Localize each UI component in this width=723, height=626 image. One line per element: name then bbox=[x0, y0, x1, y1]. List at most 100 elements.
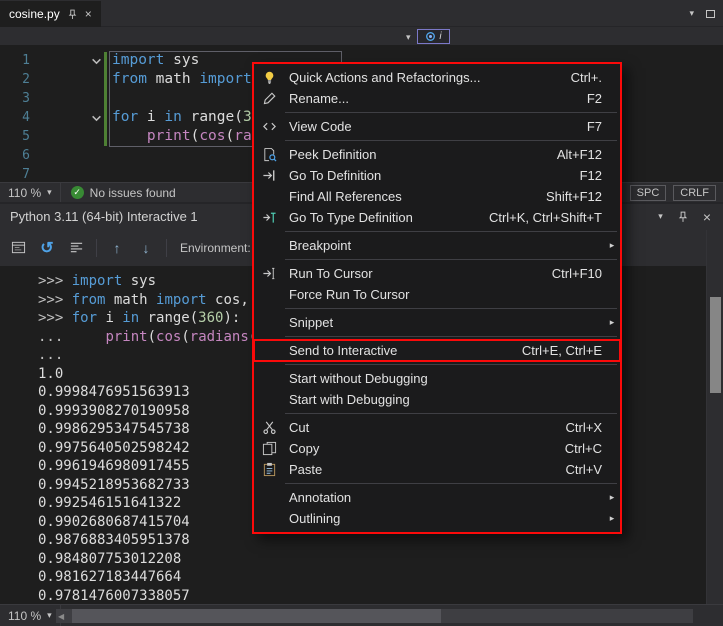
chevron-down-icon: ▾ bbox=[47, 188, 52, 197]
menu-item-go-to-definition[interactable]: Go To DefinitionF12 bbox=[254, 165, 620, 186]
interactive-window-title: Python 3.11 (64-bit) Interactive 1 bbox=[10, 209, 198, 224]
menu-item-label: Cut bbox=[284, 420, 558, 435]
menu-item-label: Annotation bbox=[284, 490, 594, 505]
menu-item-breakpoint[interactable]: Breakpoint ▸ bbox=[254, 235, 620, 256]
fold-chevron-icon[interactable] bbox=[91, 112, 103, 124]
peek-definition-icon bbox=[254, 147, 284, 162]
menu-item-label: Copy bbox=[284, 441, 557, 456]
interactive-window-controls: ▾ × bbox=[658, 210, 713, 224]
editor-zoom-control[interactable]: 110 % ▾ bbox=[0, 183, 61, 202]
editor-top-strip: ▾ i bbox=[0, 28, 723, 45]
menu-item-peek-definition[interactable]: Peek DefinitionAlt+F12 bbox=[254, 144, 620, 165]
interactive-status-bar: 110 % ▾ ◀ bbox=[0, 604, 723, 626]
toolbar-separator bbox=[166, 239, 167, 257]
menu-item-label: Go To Type Definition bbox=[284, 210, 481, 225]
menu-item-find-all-references[interactable]: Find All ReferencesShift+F12 bbox=[254, 186, 620, 207]
interactive-zoom-control[interactable]: 110 % ▾ bbox=[0, 605, 61, 626]
fold-chevron-icon[interactable] bbox=[91, 55, 103, 67]
menu-item-view-code[interactable]: View CodeF7 bbox=[254, 116, 620, 137]
pin-icon[interactable] bbox=[67, 9, 78, 20]
menu-separator bbox=[285, 112, 617, 113]
copilot-badge[interactable]: i bbox=[417, 29, 450, 44]
line-number: 1 bbox=[0, 53, 30, 68]
vertical-scrollbar[interactable] bbox=[706, 230, 723, 604]
code-text: import sys bbox=[112, 51, 199, 70]
copilot-icon bbox=[425, 31, 436, 42]
menu-item-shortcut: Alt+F12 bbox=[549, 147, 604, 162]
scrollbar-thumb[interactable] bbox=[710, 297, 721, 393]
menu-separator bbox=[285, 364, 617, 365]
menu-item-go-to-type-definition[interactable]: Go To Type DefinitionCtrl+K, Ctrl+Shift+… bbox=[254, 207, 620, 228]
interactive-options-icon[interactable] bbox=[9, 239, 27, 257]
menu-item-force-run-to-cursor[interactable]: Force Run To Cursor bbox=[254, 284, 620, 305]
menu-item-label: Quick Actions and Refactorings... bbox=[284, 70, 563, 85]
line-number: 6 bbox=[0, 148, 30, 163]
menu-item-quick-actions-and-refactorings[interactable]: Quick Actions and Refactorings...Ctrl+. bbox=[254, 67, 620, 88]
repl-line: 0.9781476007338057 bbox=[38, 587, 706, 605]
scrollbar-thumb[interactable] bbox=[72, 609, 441, 623]
line-number: 3 bbox=[0, 91, 30, 106]
submenu-arrow-icon: ▸ bbox=[604, 240, 620, 251]
menu-item-label: Start without Debugging bbox=[284, 371, 594, 386]
line-ending-indicator[interactable]: CRLF bbox=[673, 185, 716, 201]
interactive-zoom-value: 110 % bbox=[8, 609, 41, 623]
context-menu: Quick Actions and Refactorings...Ctrl+.R… bbox=[252, 62, 622, 534]
menu-item-label: Breakpoint bbox=[284, 238, 594, 253]
repl-line: 0.984807753012208 bbox=[38, 550, 706, 569]
history-previous-icon[interactable]: ↑ bbox=[108, 239, 126, 257]
menu-item-label: Peek Definition bbox=[284, 147, 549, 162]
menu-item-shortcut: F12 bbox=[572, 168, 604, 183]
menu-item-label: Send to Interactive bbox=[284, 343, 514, 358]
menu-item-label: Outlining bbox=[284, 511, 594, 526]
menu-item-paste[interactable]: PasteCtrl+V bbox=[254, 459, 620, 480]
menu-item-label: Find All References bbox=[284, 189, 538, 204]
environment-label: Environment: bbox=[180, 241, 251, 255]
scroll-left-icon[interactable]: ◀ bbox=[58, 612, 64, 621]
tab-cosine-py[interactable]: cosine.py × bbox=[0, 1, 101, 27]
menu-item-cut[interactable]: CutCtrl+X bbox=[254, 417, 620, 438]
go-to-type-definition-icon bbox=[254, 210, 284, 225]
menu-item-start-without-debugging[interactable]: Start without Debugging bbox=[254, 368, 620, 389]
space-indicator[interactable]: SPC bbox=[630, 185, 667, 201]
menu-item-run-to-cursor[interactable]: Run To CursorCtrl+F10 bbox=[254, 263, 620, 284]
close-icon[interactable]: × bbox=[85, 8, 92, 20]
menu-item-annotation[interactable]: Annotation▸ bbox=[254, 487, 620, 508]
rename-icon bbox=[254, 91, 284, 106]
menu-item-outlining[interactable]: Outlining▸ bbox=[254, 508, 620, 529]
menu-item-shortcut: Ctrl+F10 bbox=[544, 266, 604, 281]
menu-item-shortcut: Ctrl+C bbox=[557, 441, 604, 456]
menu-item-label: View Code bbox=[284, 119, 579, 134]
reset-icon[interactable]: ↺ bbox=[38, 239, 56, 257]
menu-item-send-to-interactive[interactable]: Send to InteractiveCtrl+E, Ctrl+E bbox=[254, 340, 620, 361]
menu-item-snippet[interactable]: Snippet▸ bbox=[254, 312, 620, 333]
menu-item-label: Go To Definition bbox=[284, 168, 572, 183]
menu-item-start-with-debugging[interactable]: Start with Debugging bbox=[254, 389, 620, 410]
menu-separator bbox=[285, 308, 617, 309]
lightbulb-icon bbox=[254, 70, 284, 85]
menu-item-shortcut: Ctrl+V bbox=[558, 462, 604, 477]
visual-studio-window: cosine.py × ▾ ▾ i 1import sys2from math … bbox=[0, 0, 723, 626]
menu-separator bbox=[285, 259, 617, 260]
go-to-definition-icon bbox=[254, 168, 284, 183]
chevron-down-icon[interactable]: ▾ bbox=[406, 33, 411, 42]
window-icon[interactable] bbox=[706, 10, 715, 18]
menu-item-label: Paste bbox=[284, 462, 558, 477]
tab-list-chevron-icon[interactable]: ▾ bbox=[689, 9, 694, 18]
menu-item-copy[interactable]: CopyCtrl+C bbox=[254, 438, 620, 459]
menu-item-shortcut: F7 bbox=[579, 119, 604, 134]
close-icon[interactable]: × bbox=[703, 210, 711, 224]
menu-item-label: Force Run To Cursor bbox=[284, 287, 594, 302]
check-icon: ✓ bbox=[71, 186, 84, 199]
document-health-indicator[interactable]: ✓ No issues found bbox=[61, 186, 186, 200]
context-menu-items: Quick Actions and Refactorings...Ctrl+.R… bbox=[254, 67, 620, 529]
horizontal-scrollbar[interactable]: ◀ bbox=[56, 609, 693, 623]
menu-separator bbox=[285, 336, 617, 337]
pin-icon[interactable] bbox=[677, 211, 689, 223]
clear-icon[interactable] bbox=[67, 239, 85, 257]
menu-item-shortcut: Ctrl+X bbox=[558, 420, 604, 435]
menu-item-rename[interactable]: Rename...F2 bbox=[254, 88, 620, 109]
window-position-chevron-icon[interactable]: ▾ bbox=[658, 212, 663, 221]
chevron-down-icon: ▾ bbox=[47, 611, 52, 620]
history-next-icon[interactable]: ↓ bbox=[137, 239, 155, 257]
line-number: 2 bbox=[0, 72, 30, 87]
